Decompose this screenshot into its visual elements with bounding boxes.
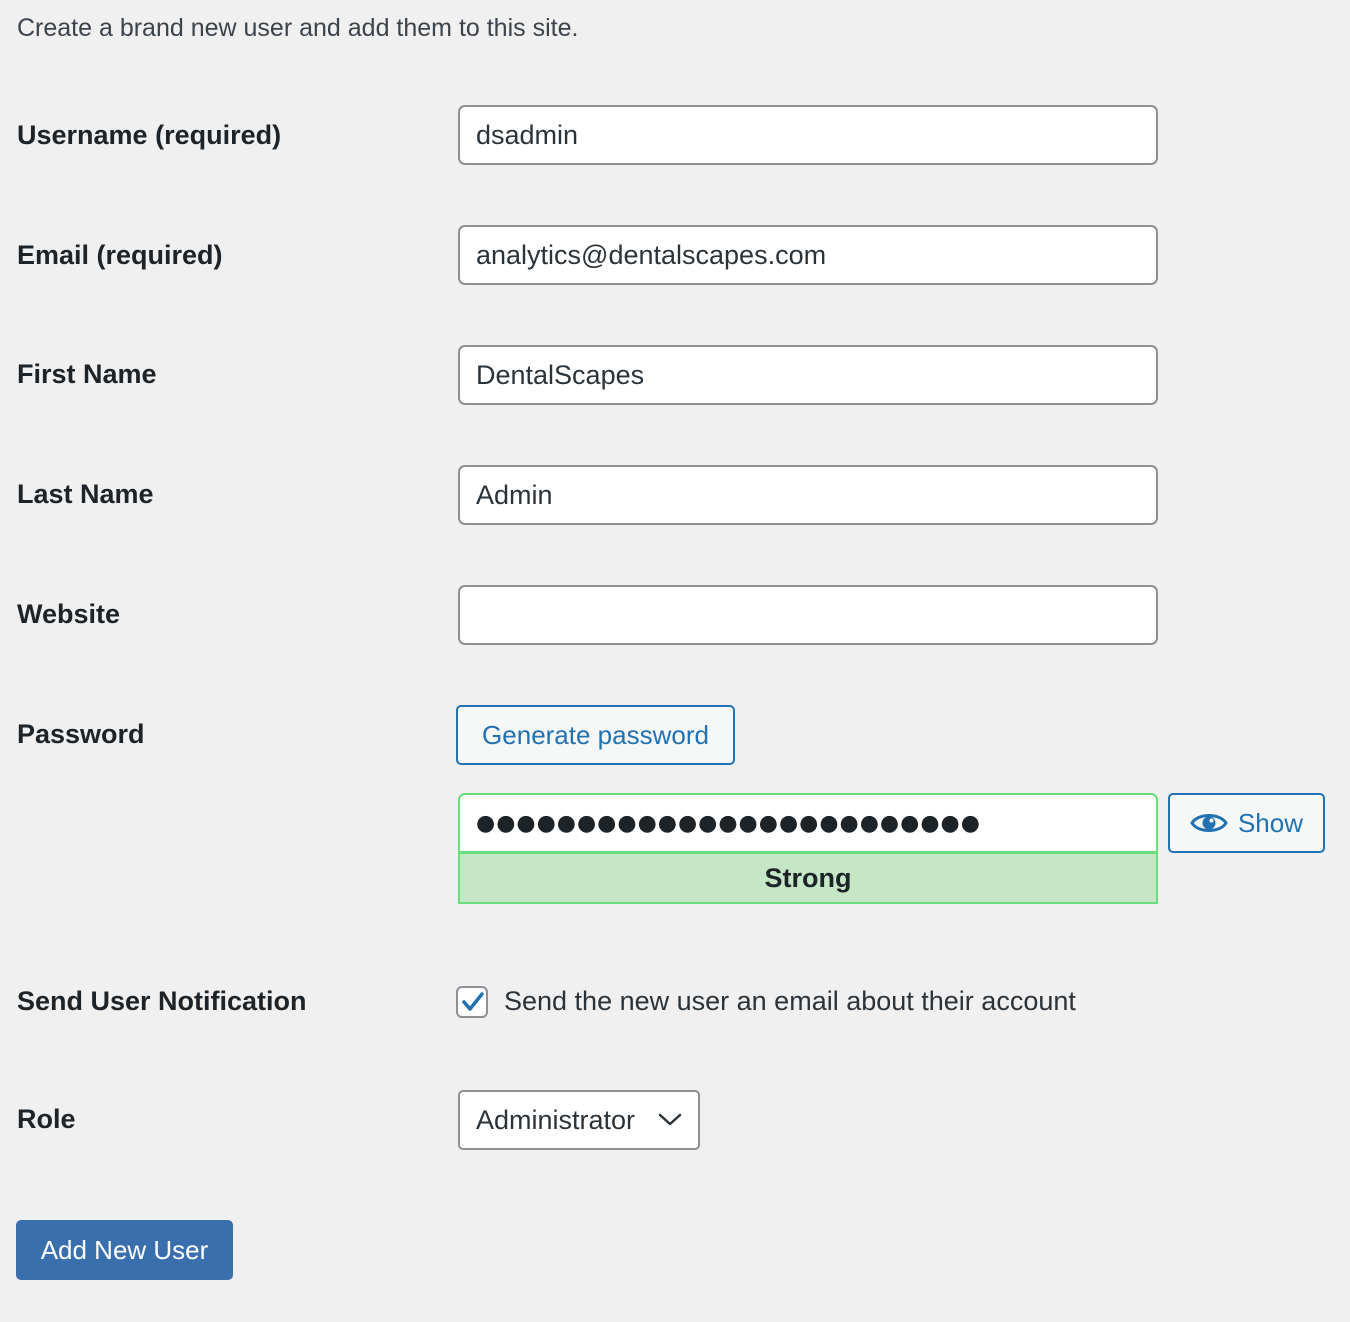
chevron-down-icon	[658, 1113, 682, 1127]
generate-password-button[interactable]: Generate password	[456, 705, 735, 765]
email-label: Email (required)	[17, 240, 223, 270]
password-input[interactable]	[458, 793, 1158, 853]
first-name-input[interactable]	[458, 345, 1158, 405]
eye-icon	[1190, 810, 1228, 836]
username-label: Username (required)	[17, 120, 282, 150]
website-input[interactable]	[458, 585, 1158, 645]
show-password-label: Show	[1237, 807, 1304, 838]
role-selected-value: Administrator	[476, 1104, 636, 1135]
username-input[interactable]	[458, 105, 1158, 165]
first-name-label: First Name	[17, 359, 157, 389]
password-strength-meter: Strong	[458, 852, 1158, 904]
notification-label: Send User Notification	[17, 986, 307, 1016]
checkmark-icon	[462, 992, 484, 1011]
page-description: Create a brand new user and add them to …	[17, 14, 579, 42]
role-select[interactable]: Administrator	[458, 1090, 700, 1150]
notification-checkbox-label: Send the new user an email about their a…	[504, 986, 1076, 1016]
show-password-button[interactable]: Show	[1168, 793, 1325, 853]
email-input[interactable]	[458, 225, 1158, 285]
notification-checkbox[interactable]	[456, 986, 488, 1018]
role-label: Role	[17, 1104, 76, 1134]
add-new-user-button[interactable]: Add New User	[16, 1220, 233, 1280]
last-name-input[interactable]	[458, 465, 1158, 525]
website-label: Website	[17, 599, 121, 629]
last-name-label: Last Name	[17, 479, 154, 509]
password-label: Password	[17, 719, 145, 749]
